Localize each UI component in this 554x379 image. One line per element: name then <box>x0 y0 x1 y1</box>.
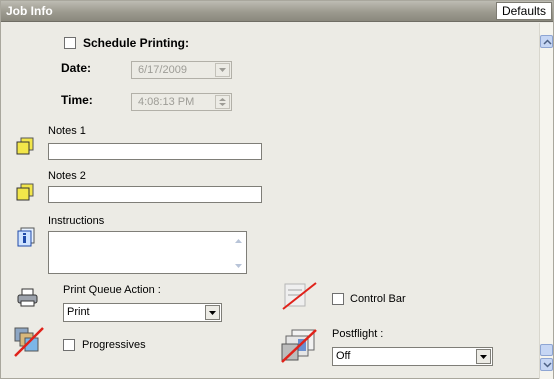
postflight-disabled-icon <box>281 329 317 363</box>
print-queue-select[interactable]: Print <box>63 303 222 322</box>
instructions-textarea[interactable] <box>48 231 247 274</box>
date-picker[interactable]: 6/17/2009 <box>131 61 232 79</box>
chevron-down-icon[interactable] <box>476 349 491 364</box>
info-icon <box>17 227 35 247</box>
scroll-thumb[interactable] <box>540 344 553 356</box>
scroll-down-button[interactable] <box>540 358 553 371</box>
print-queue-label: Print Queue Action : <box>63 284 161 296</box>
date-dropdown-button[interactable] <box>215 63 230 77</box>
scroll-arrows-icon <box>235 239 242 268</box>
scroll-up-button[interactable] <box>540 35 553 48</box>
time-spin-buttons[interactable] <box>215 95 230 109</box>
notes1-input[interactable] <box>48 143 262 160</box>
schedule-printing-label: Schedule Printing: <box>83 36 190 50</box>
control-bar-checkbox[interactable] <box>332 293 344 305</box>
notes2-input[interactable] <box>48 186 262 203</box>
panel-header: Job Info Defaults <box>1 1 553 22</box>
sticky-note-icon <box>16 183 34 201</box>
time-spinner[interactable]: 4:08:13 PM <box>131 93 232 111</box>
print-queue-value: Print <box>67 306 90 318</box>
schedule-printing-checkbox[interactable] <box>64 37 76 49</box>
instructions-scrollbar[interactable] <box>232 233 245 273</box>
progressives-checkbox[interactable] <box>63 339 75 351</box>
time-label: Time: <box>61 93 93 107</box>
postflight-label: Postflight : <box>332 328 384 340</box>
vertical-scrollbar[interactable] <box>539 23 553 379</box>
chevron-down-icon[interactable] <box>205 305 220 320</box>
panel-title: Job Info <box>6 4 53 18</box>
sticky-note-icon <box>16 137 34 155</box>
progressives-label: Progressives <box>82 339 146 351</box>
job-info-panel: Job Info Defaults Schedule Printing: Dat… <box>0 0 554 379</box>
time-value: 4:08:13 PM <box>138 96 195 108</box>
chevron-down-icon <box>219 68 226 72</box>
progressives-disabled-icon <box>14 327 44 357</box>
postflight-select[interactable]: Off <box>332 347 493 366</box>
postflight-value: Off <box>336 350 351 362</box>
notes2-label: Notes 2 <box>48 170 86 182</box>
date-value: 6/17/2009 <box>138 64 187 76</box>
date-label: Date: <box>61 61 92 75</box>
defaults-button[interactable]: Defaults <box>495 2 552 20</box>
printer-icon <box>17 288 38 307</box>
chevron-up-icon <box>543 39 552 45</box>
spin-arrows-icon <box>219 98 226 106</box>
control-bar-label: Control Bar <box>350 293 406 305</box>
control-bar-disabled-icon <box>282 282 317 310</box>
instructions-label: Instructions <box>48 215 105 227</box>
notes1-label: Notes 1 <box>48 125 86 137</box>
chevron-down-icon <box>543 362 552 368</box>
